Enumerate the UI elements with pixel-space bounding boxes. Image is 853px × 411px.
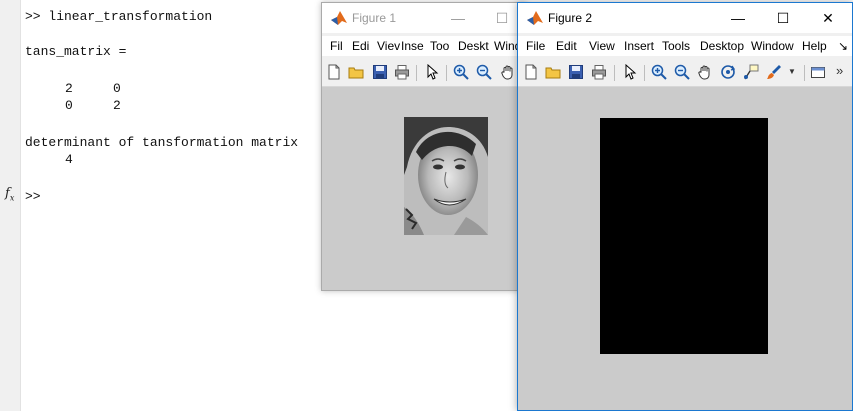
figure2-toolbar: ▼ » xyxy=(518,59,852,87)
figure1-title: Figure 1 xyxy=(352,11,397,25)
menu-file[interactable]: File xyxy=(526,39,545,53)
figure2-canvas[interactable] xyxy=(518,87,852,410)
menu-edit[interactable]: Edit xyxy=(556,39,577,53)
new-file-icon[interactable] xyxy=(523,64,539,80)
save-icon[interactable] xyxy=(568,64,584,80)
menu-tools[interactable]: Tools xyxy=(662,39,690,53)
figure2-titlebar[interactable]: Figure 2 — ☐ ✕ xyxy=(518,3,852,33)
menu-desktop[interactable]: Desktop xyxy=(700,39,744,53)
pan-hand-icon[interactable] xyxy=(697,64,713,80)
pointer-icon[interactable] xyxy=(424,64,440,80)
menu-file[interactable]: Fil xyxy=(330,39,343,53)
command-gutter xyxy=(0,0,21,411)
open-folder-icon[interactable] xyxy=(545,64,561,80)
menu-edit[interactable]: Edi xyxy=(352,39,369,53)
figure1-toolbar xyxy=(322,59,525,87)
print-icon[interactable] xyxy=(591,64,607,80)
zoom-in-icon[interactable] xyxy=(651,64,667,80)
toolbar-separator xyxy=(446,65,447,81)
menu-desktop[interactable]: Deskt xyxy=(458,39,489,53)
command-prompt[interactable]: >> xyxy=(25,189,41,204)
matrix-cell: 2 xyxy=(65,81,73,96)
menu-overflow-icon[interactable]: ↘ xyxy=(838,39,848,53)
maximize-button[interactable]: ☐ xyxy=(769,7,797,29)
open-folder-icon[interactable] xyxy=(348,64,364,80)
matrix-cell: 0 xyxy=(65,98,73,113)
figure2-title: Figure 2 xyxy=(548,11,593,25)
determinant-label: determinant of tansformation matrix xyxy=(25,135,299,150)
figure1-titlebar[interactable]: Figure 1 — ☐ xyxy=(322,3,525,33)
data-cursor-icon[interactable] xyxy=(743,64,759,80)
figure2-menubar: File Edit View Insert Tools Desktop Wind… xyxy=(518,36,852,56)
matrix-cell: 0 xyxy=(113,81,121,96)
brush-dropdown-icon[interactable]: ▼ xyxy=(788,64,804,80)
maximize-button[interactable]: ☐ xyxy=(488,7,516,29)
toolbar-overflow-icon[interactable]: » xyxy=(836,64,852,80)
pointer-icon[interactable] xyxy=(622,64,638,80)
dock-figure-icon[interactable] xyxy=(810,64,826,80)
zoom-in-icon[interactable] xyxy=(453,64,469,80)
toolbar-separator xyxy=(416,65,417,81)
figure1-image xyxy=(404,117,488,235)
rotate-3d-icon[interactable] xyxy=(720,64,736,80)
figure2-window[interactable]: Figure 2 — ☐ ✕ File Edit View Insert Too… xyxy=(517,2,853,411)
menu-view[interactable]: View xyxy=(589,39,615,53)
pan-hand-icon[interactable] xyxy=(500,64,516,80)
menu-help[interactable]: Help xyxy=(802,39,827,53)
zoom-out-icon[interactable] xyxy=(674,64,690,80)
brush-icon[interactable] xyxy=(766,64,782,80)
menu-tools[interactable]: Too xyxy=(430,39,449,53)
zoom-out-icon[interactable] xyxy=(476,64,492,80)
determinant-value: 4 xyxy=(65,152,73,167)
menu-view[interactable]: Viev xyxy=(377,39,400,53)
menu-window[interactable]: Window xyxy=(751,39,794,53)
matlab-logo-icon xyxy=(527,11,543,25)
new-file-icon[interactable] xyxy=(326,64,342,80)
matlab-logo-icon xyxy=(331,11,347,25)
figure1-canvas[interactable] xyxy=(322,87,525,290)
save-icon[interactable] xyxy=(372,64,388,80)
toolbar-separator xyxy=(614,65,615,81)
close-button[interactable]: ✕ xyxy=(814,7,842,29)
toolbar-separator xyxy=(804,65,805,81)
menu-insert[interactable]: Inse xyxy=(401,39,424,53)
variable-label: tans_matrix = xyxy=(25,44,127,59)
toolbar-separator xyxy=(644,65,645,81)
matrix-cell: 2 xyxy=(113,98,121,113)
menu-insert[interactable]: Insert xyxy=(624,39,654,53)
minimize-button[interactable]: — xyxy=(724,7,752,29)
minimize-button[interactable]: — xyxy=(444,7,472,29)
figure1-menubar: Fil Edi Viev Inse Too Deskt Windo xyxy=(322,36,525,56)
figure2-image xyxy=(600,118,768,354)
function-browser-icon[interactable]: fx xyxy=(5,186,14,203)
figure1-window[interactable]: Figure 1 — ☐ Fil Edi Viev Inse Too Deskt… xyxy=(321,2,526,291)
print-icon[interactable] xyxy=(394,64,410,80)
command-history-line: >> linear_transformation xyxy=(25,9,213,24)
